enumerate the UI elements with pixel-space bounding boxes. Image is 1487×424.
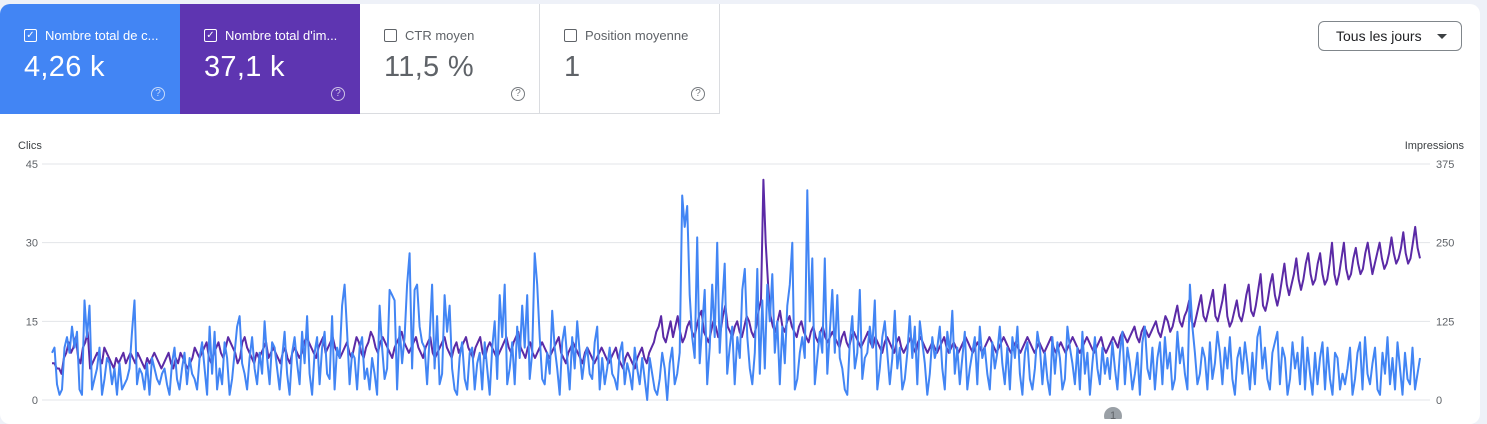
y-right-tick-label: 125 bbox=[1436, 316, 1454, 328]
y-left-tick-label: 15 bbox=[26, 316, 38, 328]
y-right-tick-label: 375 bbox=[1436, 159, 1454, 171]
y-left-tick-label: 0 bbox=[32, 395, 38, 407]
y-right-tick-label: 0 bbox=[1436, 395, 1442, 407]
y-left-tick-label: 45 bbox=[26, 159, 38, 171]
y-left-tick-label: 30 bbox=[26, 238, 38, 250]
performance-chart: 015304501252503751 bbox=[26, 159, 1454, 419]
performance-panel: ✓ Nombre total de c... 4,26 k ? ✓ Nombre… bbox=[0, 4, 1480, 424]
y-right-tick-label: 250 bbox=[1436, 238, 1454, 250]
series-line-1 bbox=[51, 189, 1421, 401]
